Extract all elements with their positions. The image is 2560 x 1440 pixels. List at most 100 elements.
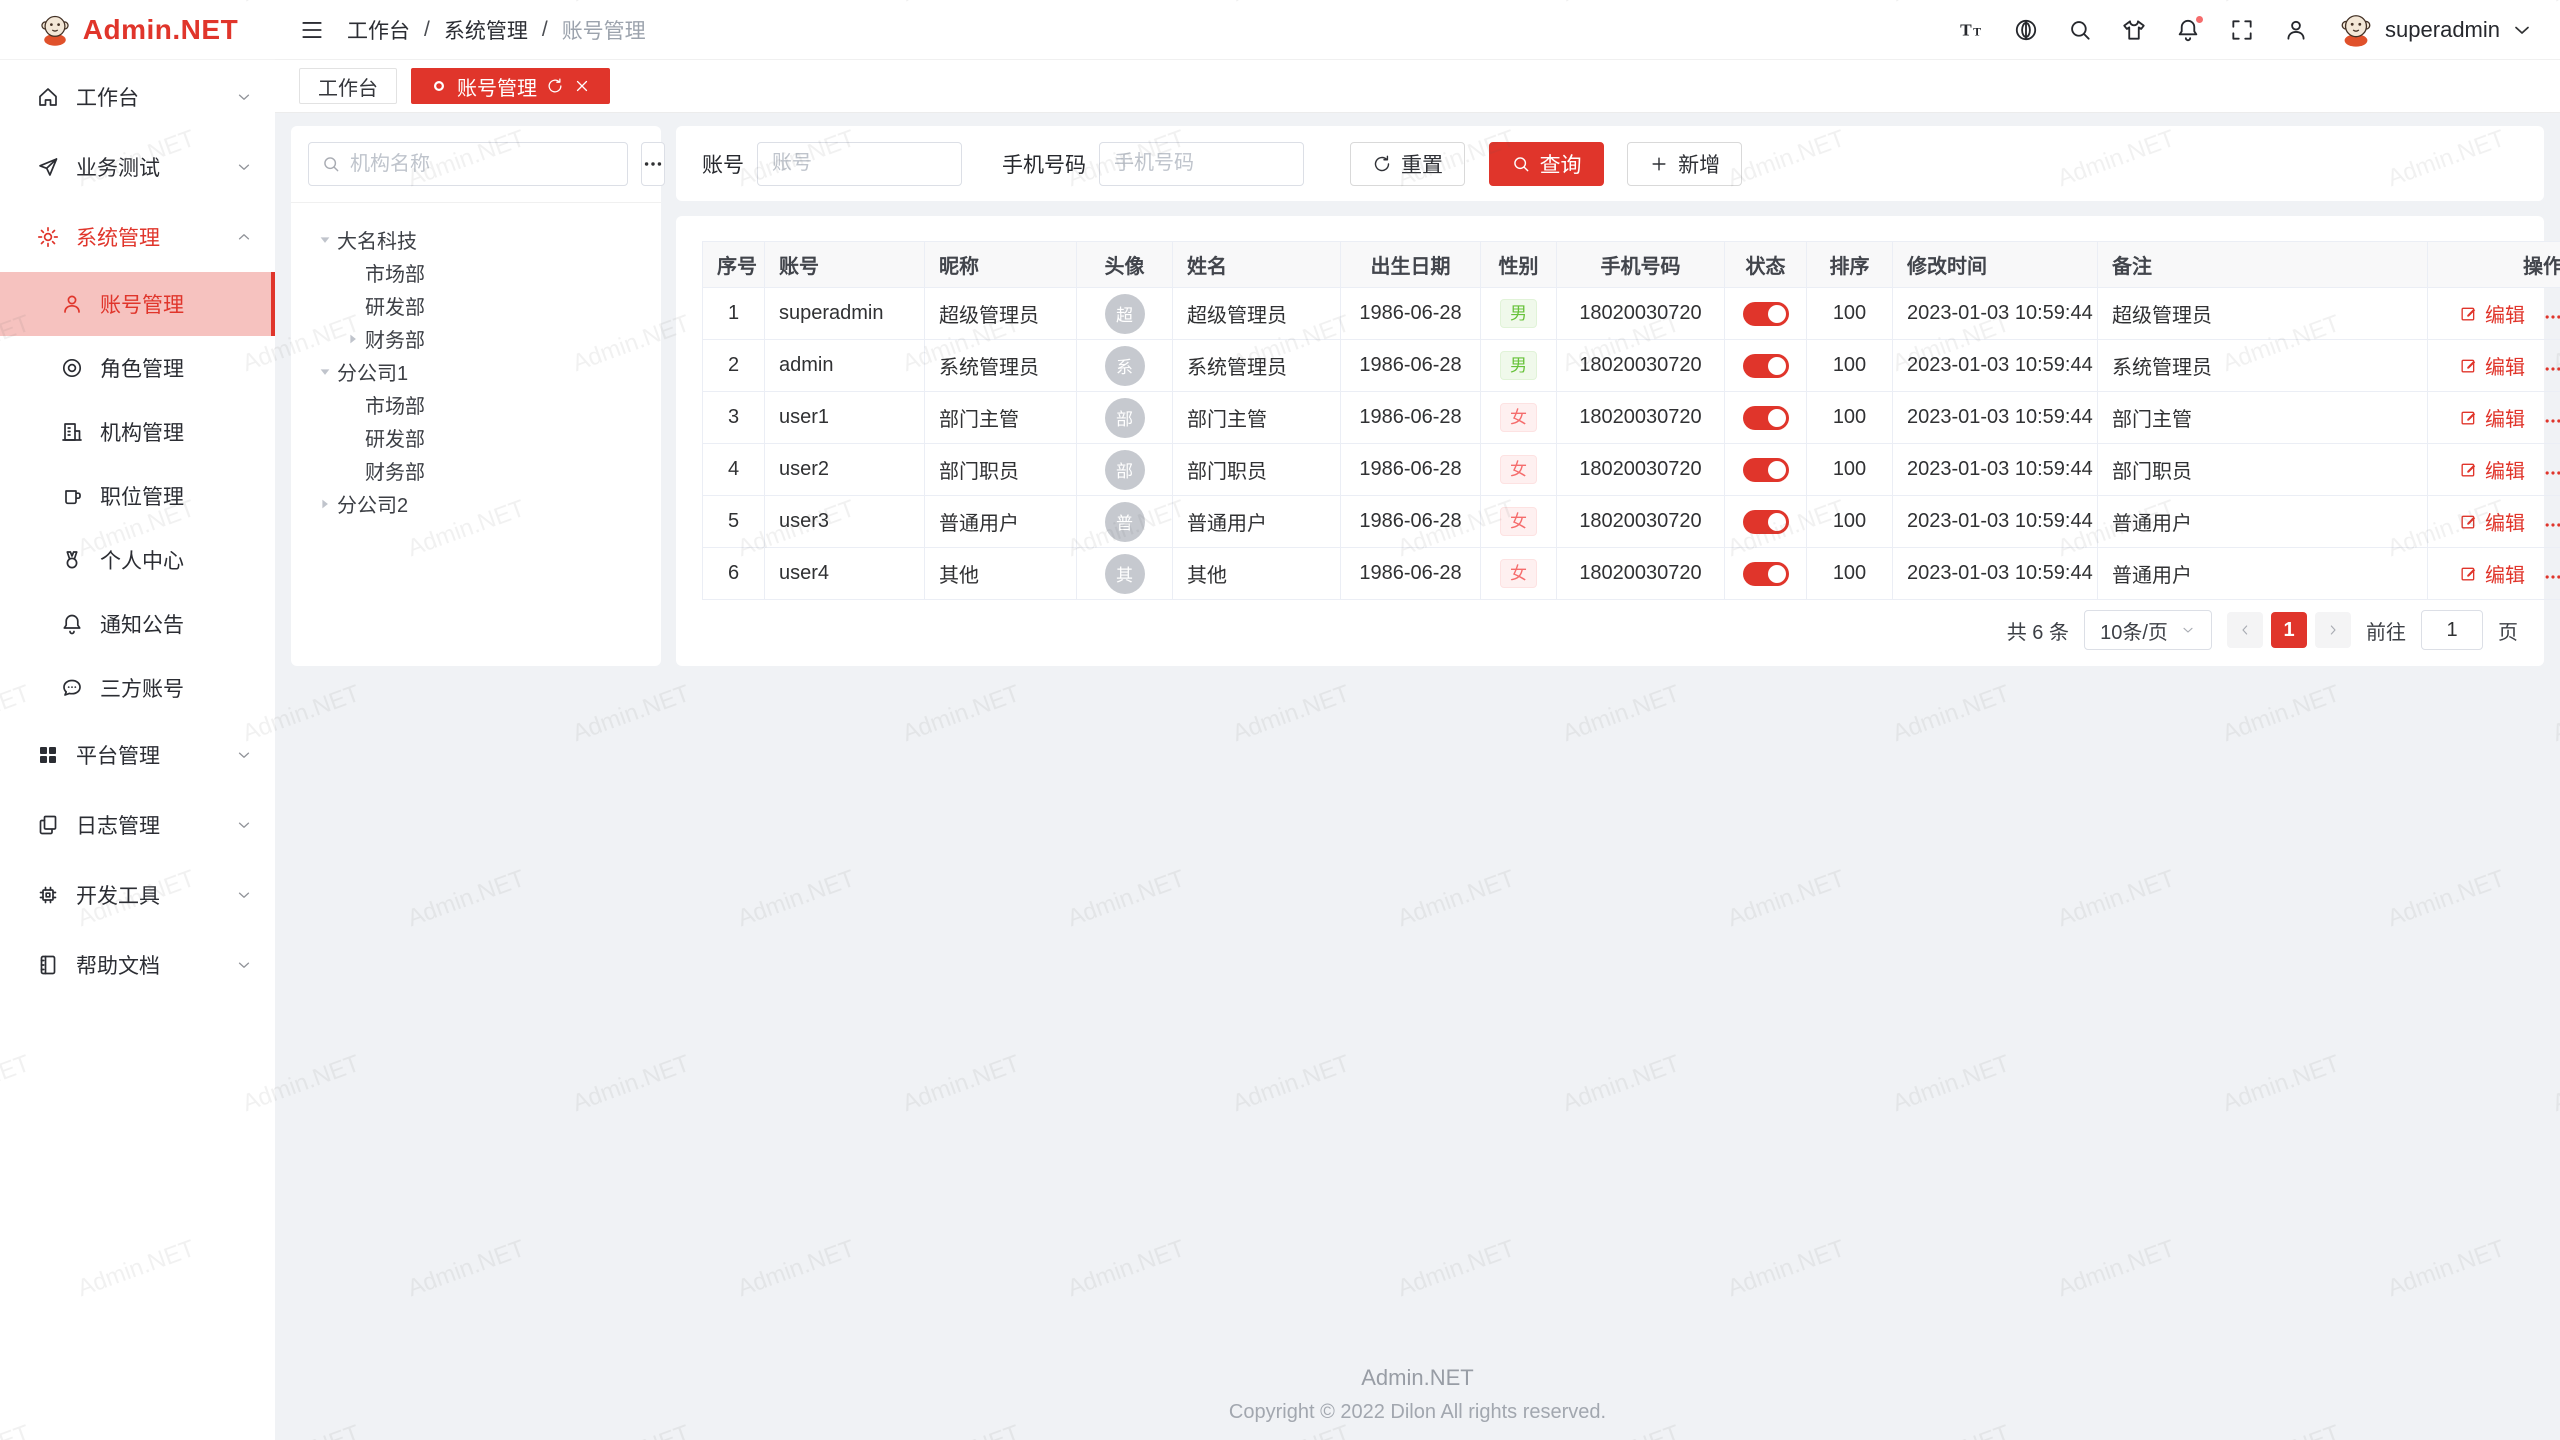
edit-button[interactable]: 编辑 — [2459, 559, 2525, 588]
cell-avatar: 普 — [1077, 496, 1173, 548]
row-more-button[interactable] — [2543, 411, 2560, 431]
query-button[interactable]: 查询 — [1489, 142, 1604, 186]
cell-order: 100 — [1807, 496, 1893, 548]
edit-button[interactable]: 编辑 — [2459, 351, 2525, 380]
edit-button[interactable]: 编辑 — [2459, 403, 2525, 432]
sidebar-item-1[interactable]: 业务测试 — [0, 132, 275, 202]
row-more-button[interactable] — [2543, 463, 2560, 483]
sidebar-subitem-profile[interactable]: 个人中心 — [0, 528, 275, 592]
breadcrumb-item[interactable]: 工作台 — [347, 15, 410, 45]
tree-node-label: 财务部 — [365, 456, 425, 485]
sidebar-item-6[interactable]: 帮助文档 — [0, 930, 275, 1000]
tree-node[interactable]: 分公司1 — [299, 355, 653, 388]
globe-icon[interactable] — [2013, 17, 2039, 43]
edit-button[interactable]: 编辑 — [2459, 455, 2525, 484]
sidebar-item-3[interactable]: 平台管理 — [0, 720, 275, 790]
sidebar-subitem-org[interactable]: 机构管理 — [0, 400, 275, 464]
sidebar-subitem-chat[interactable]: 三方账号 — [0, 656, 275, 720]
column-header-status: 状态 — [1725, 242, 1807, 288]
sidebar-item-5[interactable]: 开发工具 — [0, 860, 275, 930]
cell-text-birth: 1986-06-28 — [1359, 302, 1461, 324]
prev-page-button[interactable] — [2227, 612, 2263, 648]
edit-button[interactable]: 编辑 — [2459, 299, 2525, 328]
tree-node[interactable]: 研发部 — [299, 289, 653, 322]
user-avatar — [2337, 11, 2375, 49]
cell-birth: 1986-06-28 — [1341, 548, 1481, 600]
cell-modified: 2023-01-03 10:59:44 — [1893, 548, 2098, 600]
tab-active[interactable]: 账号管理 — [411, 68, 610, 104]
caret-right-icon[interactable] — [313, 496, 337, 512]
sidebar-subitem-label: 职位管理 — [100, 481, 253, 511]
tree-node[interactable]: 研发部 — [299, 421, 653, 454]
current-page-button[interactable]: 1 — [2271, 612, 2307, 648]
next-page-button[interactable] — [2315, 612, 2351, 648]
cell-phone: 18020030720 — [1557, 496, 1725, 548]
tab-0[interactable]: 工作台 — [299, 68, 397, 104]
status-toggle[interactable] — [1743, 406, 1789, 430]
sidebar-subitem-bell[interactable]: 通知公告 — [0, 592, 275, 656]
row-more-button[interactable] — [2543, 359, 2560, 379]
cell-account: user2 — [765, 444, 925, 496]
person-icon[interactable] — [2283, 17, 2309, 43]
sidebar-subitem-label: 个人中心 — [100, 545, 253, 575]
org-tree: 大名科技市场部研发部财务部分公司1市场部研发部财务部分公司2 — [291, 203, 661, 540]
tree-node-label: 研发部 — [365, 423, 425, 452]
edit-button[interactable]: 编辑 — [2459, 507, 2525, 536]
row-more-button[interactable] — [2543, 515, 2560, 535]
phone-input[interactable] — [1099, 142, 1304, 186]
goto-page-input[interactable] — [2421, 610, 2483, 650]
breadcrumb-item[interactable]: 系统管理 — [444, 15, 528, 45]
tree-node[interactable]: 市场部 — [299, 256, 653, 289]
tree-node[interactable]: 财务部 — [299, 454, 653, 487]
search-icon[interactable] — [2067, 17, 2093, 43]
bell-icon[interactable] — [2175, 17, 2201, 43]
menu-fold-icon[interactable] — [299, 17, 325, 43]
status-toggle[interactable] — [1743, 562, 1789, 586]
cell-text-order: 100 — [1833, 562, 1866, 584]
caret-down-icon[interactable] — [313, 364, 337, 380]
tree-node[interactable]: 大名科技 — [299, 223, 653, 256]
sidebar-item-2[interactable]: 系统管理 — [0, 202, 275, 272]
fullscreen-icon[interactable] — [2229, 17, 2255, 43]
tree-node[interactable]: 市场部 — [299, 388, 653, 421]
cell-avatar: 超 — [1077, 288, 1173, 340]
sidebar-subitem-user[interactable]: 账号管理 — [0, 272, 275, 336]
caret-down-icon[interactable] — [313, 232, 337, 248]
tree-node[interactable]: 财务部 — [299, 322, 653, 355]
status-toggle[interactable] — [1743, 354, 1789, 378]
footer-copyright: Copyright © 2022 Dilon All rights reserv… — [275, 1401, 2560, 1424]
cell-text-order: 100 — [1833, 302, 1866, 324]
cell-remark: 部门职员 — [2098, 444, 2428, 496]
chevron-down-icon — [235, 158, 253, 176]
status-toggle[interactable] — [1743, 458, 1789, 482]
sidebar-item-label: 日志管理 — [76, 810, 219, 840]
status-toggle[interactable] — [1743, 510, 1789, 534]
org-search-input[interactable] — [350, 153, 615, 176]
sidebar-subitem-role[interactable]: 角色管理 — [0, 336, 275, 400]
reset-button[interactable]: 重置 — [1350, 142, 1465, 186]
sidebar-subitem-position[interactable]: 职位管理 — [0, 464, 275, 528]
cell-text-phone: 18020030720 — [1579, 562, 1701, 584]
tab-close-icon[interactable] — [573, 77, 591, 95]
tab-refresh-icon[interactable] — [546, 77, 564, 95]
status-toggle[interactable] — [1743, 302, 1789, 326]
cell-text-account: superadmin — [779, 302, 884, 324]
fontsize-icon[interactable]: TT — [1959, 17, 1985, 43]
user-menu[interactable]: superadmin — [2337, 11, 2534, 49]
add-button[interactable]: 新增 — [1627, 142, 1742, 186]
topbar-icons: TT superadmin — [1959, 11, 2534, 49]
caret-right-icon[interactable] — [341, 331, 365, 347]
tree-node[interactable]: 分公司2 — [299, 487, 653, 520]
page-size-select[interactable]: 10条/页 — [2084, 610, 2212, 650]
chevron-up-icon — [235, 228, 253, 246]
cell-text-phone: 18020030720 — [1579, 406, 1701, 428]
row-more-button[interactable] — [2543, 307, 2560, 327]
shirt-icon[interactable] — [2121, 17, 2147, 43]
account-input[interactable] — [757, 142, 962, 186]
sidebar-item-4[interactable]: 日志管理 — [0, 790, 275, 860]
tree-more-button[interactable] — [641, 142, 665, 186]
cell-text-account: user1 — [779, 406, 829, 428]
cell-index: 3 — [703, 392, 765, 444]
row-more-button[interactable] — [2543, 567, 2560, 587]
sidebar-item-0[interactable]: 工作台 — [0, 62, 275, 132]
